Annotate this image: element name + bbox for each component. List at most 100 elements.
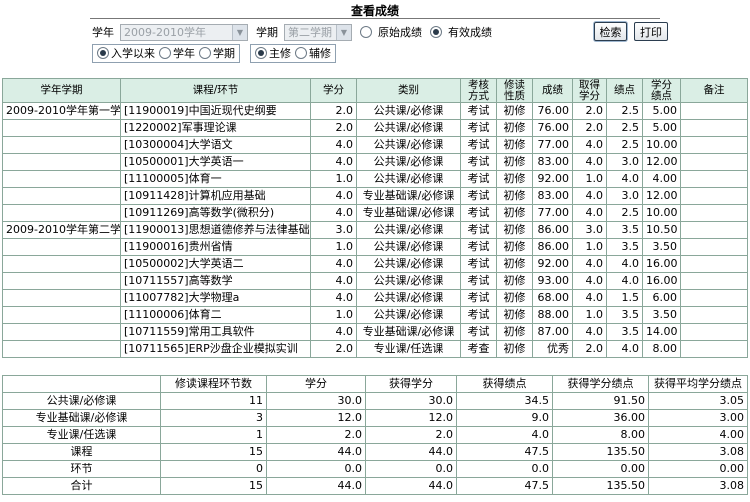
- cell-credit-grade-point: 3.50: [642, 306, 681, 324]
- cell-score: 68.00: [532, 289, 573, 307]
- year-label: 学年: [92, 26, 114, 39]
- sum-cell-name: 合计: [2, 477, 161, 495]
- col-exam-method: 考核 方式: [460, 78, 497, 103]
- cell-grade-point: 4.0: [606, 272, 643, 290]
- col-credit-grade-point: 学分 绩点: [642, 78, 681, 103]
- sum-cell-avg: 3.08: [648, 477, 748, 495]
- cell-credit: 3.0: [310, 221, 357, 239]
- cell-exam-method: 考试: [460, 289, 497, 307]
- cell-exam-method: 考试: [460, 119, 497, 137]
- cell-category: 公共课/必修课: [356, 102, 461, 120]
- cell-earned-credit: 4.0: [572, 136, 607, 154]
- year-select[interactable]: 2009-2010学年 ▼: [120, 23, 248, 41]
- table-row: [11100005]体育一 1.0 公共课/必修课 考试 初修 92.00 1.0 4.0 4.…: [2, 170, 748, 188]
- table-row: [10500002]大学英语二 4.0 公共课/必修课 考试 初修 92.00 4.0 4.0…: [2, 255, 748, 273]
- col-earned-credit: 取得 学分: [572, 78, 607, 103]
- cell-category: 专业课/任选课: [356, 340, 461, 358]
- major-radio-group: 主修 辅修: [250, 43, 336, 63]
- radio-minor-label: 辅修: [309, 47, 331, 60]
- sum-cell-cgp: 0.00: [552, 460, 649, 478]
- cell-score: 88.00: [532, 306, 573, 324]
- cell-study-type: 初修: [496, 153, 533, 171]
- cell-category: 公共课/必修课: [356, 119, 461, 137]
- filter-row-1: 学年 2009-2010学年 ▼ 学期 第二学期 ▼ 原始成绩 有效成绩: [92, 22, 492, 42]
- term-select[interactable]: 第二学期 ▼: [284, 23, 352, 41]
- cell-exam-method: 考试: [460, 102, 497, 120]
- sum-cell-avg: 3.00: [648, 409, 748, 427]
- cell-remark: [680, 102, 748, 120]
- cell-score: 93.00: [532, 272, 573, 290]
- cell-exam-method: 考试: [460, 323, 497, 341]
- radio-since-entry-label: 入学以来: [111, 47, 155, 60]
- cell-earned-credit: 2.0: [572, 340, 607, 358]
- cell-grade-point: 2.5: [606, 136, 643, 154]
- cell-term: [2, 238, 121, 256]
- cell-course: [10911269]高等数学(微积分): [120, 204, 311, 222]
- cell-remark: [680, 221, 748, 239]
- col-year-term: 学年学期: [2, 78, 121, 103]
- sum-cell-earned: 0.0: [365, 460, 457, 478]
- cell-study-type: 初修: [496, 204, 533, 222]
- cell-course: [11900016]贵州省情: [120, 238, 311, 256]
- cell-study-type: 初修: [496, 289, 533, 307]
- sum-cell-name: 课程: [2, 443, 161, 461]
- cell-course: [10911428]计算机应用基础: [120, 187, 311, 205]
- radio-term[interactable]: [199, 47, 211, 59]
- cell-score: 86.00: [532, 238, 573, 256]
- radio-minor[interactable]: [295, 47, 307, 59]
- cell-term: [2, 136, 121, 154]
- cell-score: 优秀: [532, 340, 573, 358]
- grades-header-row: 学年学期 课程/环节 学分 类别 考核 方式 修读 性质 成绩 取得 学分 绩点 学分…: [2, 78, 748, 103]
- cell-course: [11100005]体育一: [120, 170, 311, 188]
- filter-row-2: 入学以来 学年 学期 主修 辅修: [92, 43, 336, 63]
- cell-study-type: 初修: [496, 119, 533, 137]
- cell-earned-credit: 4.0: [572, 204, 607, 222]
- cell-study-type: 初修: [496, 136, 533, 154]
- cell-remark: [680, 272, 748, 290]
- sum-cell-cgp: 8.00: [552, 426, 649, 444]
- summary-row: 课程 15 44.0 44.0 47.5 135.50 3.08: [2, 443, 748, 461]
- search-button[interactable]: 检索: [594, 22, 627, 41]
- sum-cell-cgp: 135.50: [552, 477, 649, 495]
- cell-category: 公共课/必修课: [356, 272, 461, 290]
- radio-major[interactable]: [255, 47, 267, 59]
- cell-credit-grade-point: 10.50: [642, 221, 681, 239]
- cell-earned-credit: 4.0: [572, 323, 607, 341]
- cell-study-type: 初修: [496, 272, 533, 290]
- grades-table: 学年学期 课程/环节 学分 类别 考核 方式 修读 性质 成绩 取得 学分 绩点 学分…: [2, 78, 748, 358]
- cell-exam-method: 考试: [460, 204, 497, 222]
- cell-grade-point: 2.5: [606, 119, 643, 137]
- table-row: [10500001]大学英语一 4.0 公共课/必修课 考试 初修 83.00 4.0 3.0…: [2, 153, 748, 171]
- sum-col-earned: 获得学分: [365, 375, 457, 393]
- cell-credit: 4.0: [310, 204, 357, 222]
- cell-term: [2, 187, 121, 205]
- cell-grade-point: 3.0: [606, 153, 643, 171]
- cell-credit-grade-point: 12.00: [642, 187, 681, 205]
- cell-credit-grade-point: 14.00: [642, 323, 681, 341]
- cell-earned-credit: 1.0: [572, 170, 607, 188]
- sum-cell-avg: 0.00: [648, 460, 748, 478]
- cell-score: 87.00: [532, 323, 573, 341]
- cell-remark: [680, 187, 748, 205]
- cell-score: 83.00: [532, 153, 573, 171]
- cell-credit-grade-point: 8.00: [642, 340, 681, 358]
- sum-cell-gp: 34.5: [456, 392, 553, 410]
- sum-cell-avg: 3.08: [648, 443, 748, 461]
- cell-category: 公共课/必修课: [356, 289, 461, 307]
- sum-col-credit: 学分: [266, 375, 366, 393]
- radio-since-entry[interactable]: [97, 47, 109, 59]
- table-row: [10711565]ERP沙盘企业模拟实训 2.0 专业课/任选课 考查 初修 优秀 2.0…: [2, 340, 748, 358]
- radio-original-score[interactable]: [360, 26, 372, 38]
- cell-grade-point: 3.5: [606, 323, 643, 341]
- radio-year[interactable]: [159, 47, 171, 59]
- col-course: 课程/环节: [120, 78, 311, 103]
- print-button[interactable]: 打印: [634, 22, 668, 41]
- cell-course: [10500002]大学英语二: [120, 255, 311, 273]
- sum-col-gp: 获得绩点: [456, 375, 553, 393]
- cell-exam-method: 考试: [460, 136, 497, 154]
- sum-cell-gp: 9.0: [456, 409, 553, 427]
- cell-remark: [680, 136, 748, 154]
- title-divider: [90, 18, 660, 19]
- sum-cell-count: 15: [160, 477, 267, 495]
- radio-valid-score[interactable]: [430, 26, 442, 38]
